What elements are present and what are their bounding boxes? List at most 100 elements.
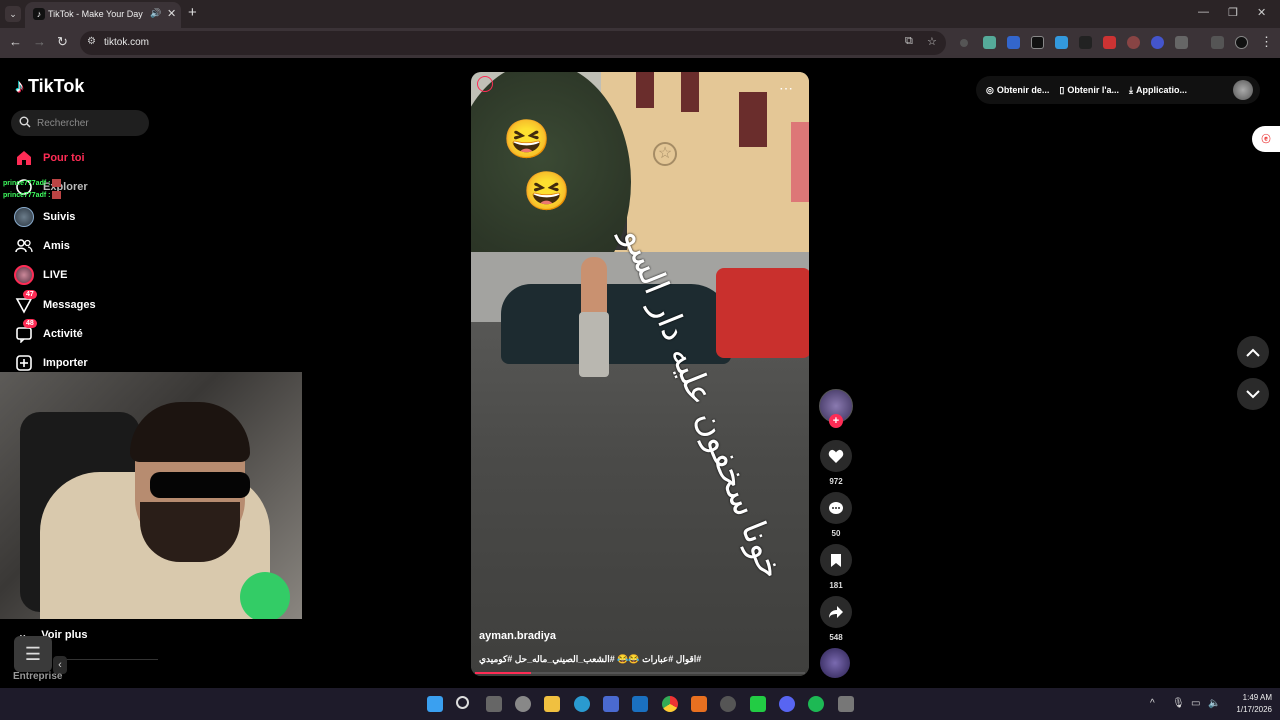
home-icon: [14, 148, 34, 168]
like-button[interactable]: [820, 440, 852, 472]
video-player[interactable]: ☆ 😆 😆 خونا سخفون عليه دار السو ⋯ ayman.b…: [471, 72, 809, 676]
browser-tab[interactable]: ♪ TikTok - Make Your Day 🔊 ✕: [25, 2, 181, 28]
activity-badge: 48: [23, 319, 37, 328]
like-count: 972: [829, 477, 843, 486]
profile-icon[interactable]: [1235, 36, 1248, 49]
reload-icon[interactable]: ↻: [57, 34, 68, 50]
app-icon[interactable]: [691, 696, 707, 712]
menu-dots-icon[interactable]: ⋮: [1260, 34, 1273, 50]
extension-icon[interactable]: [1079, 36, 1092, 49]
tab-search-icon[interactable]: ⌄: [5, 6, 21, 22]
close-tab-icon[interactable]: ✕: [167, 7, 176, 20]
friends-icon: [14, 236, 34, 256]
comment-button[interactable]: [820, 492, 852, 524]
music-disc[interactable]: [820, 648, 850, 678]
file-explorer-icon[interactable]: [544, 696, 560, 712]
avatar-icon: [14, 207, 34, 227]
next-video-button[interactable]: [1237, 378, 1269, 410]
previous-video-button[interactable]: [1237, 336, 1269, 368]
discord-icon[interactable]: [779, 696, 795, 712]
nav-label: Importer: [43, 357, 88, 369]
extension-icon[interactable]: [1151, 36, 1164, 49]
task-view-icon[interactable]: [486, 696, 502, 712]
chrome-icon[interactable]: [662, 696, 678, 712]
edge-icon[interactable]: [574, 696, 590, 712]
search-input[interactable]: Rechercher: [11, 110, 149, 136]
side-extension-tab[interactable]: ⓔ: [1252, 126, 1280, 152]
download-extension-icon[interactable]: [1055, 36, 1068, 49]
outlook-icon[interactable]: [632, 696, 648, 712]
video-author[interactable]: ayman.bradiya: [479, 630, 556, 642]
browser-toolbar: ← → ↻ ⚙ tiktok.com ⧉ ☆ ⋮: [0, 28, 1280, 58]
user-avatar[interactable]: [1233, 80, 1253, 100]
tiktok-favicon-icon: ♪: [33, 8, 45, 20]
extension-icon[interactable]: [1103, 36, 1116, 49]
more-options-icon[interactable]: ⋯: [779, 80, 793, 97]
settings-icon[interactable]: [515, 696, 531, 712]
speaker-icon[interactable]: 🔊: [150, 8, 161, 19]
clock-time: 1:49 AM: [1242, 693, 1272, 702]
heart-icon: [828, 449, 844, 463]
screen: { "browser": { "tab_title": "TikTok - Ma…: [0, 0, 1280, 720]
live-badge-icon[interactable]: [477, 76, 493, 92]
extension-icon[interactable]: [1127, 36, 1140, 49]
install-app-icon[interactable]: ⧉: [905, 35, 913, 48]
tab-title: TikTok - Make Your Day: [48, 9, 143, 19]
tray-chevron-icon[interactable]: ^: [1150, 698, 1155, 709]
chat-line: prince777adf :: [3, 190, 62, 202]
desktop-app-button[interactable]: ⤓ Applicatio...: [1129, 85, 1187, 96]
address-bar[interactable]: ⚙ tiktok.com ⧉ ☆: [80, 31, 946, 55]
hair: [130, 402, 250, 462]
nav-suivis[interactable]: Suivis: [14, 206, 75, 228]
share-button[interactable]: [820, 596, 852, 628]
download-icon: ⤓: [1128, 84, 1133, 95]
nav-pour-toi[interactable]: Pour toi: [14, 147, 85, 169]
live-icon: [14, 265, 34, 285]
microphone-icon[interactable]: 🎙: [1172, 698, 1185, 709]
desktop-app-label: Applicatio...: [1135, 85, 1187, 95]
nav-importer[interactable]: Importer: [14, 352, 88, 374]
network-icon[interactable]: ▭: [1191, 698, 1200, 709]
app-icon[interactable]: [720, 696, 736, 712]
nav-amis[interactable]: Amis: [14, 235, 70, 257]
extension-icon[interactable]: [1031, 36, 1044, 49]
spotify-icon[interactable]: [808, 696, 824, 712]
follow-plus-icon[interactable]: +: [829, 414, 843, 428]
restore-icon[interactable]: ❐: [1228, 6, 1238, 19]
extension-icon[interactable]: [983, 36, 996, 49]
nav-messages[interactable]: 47 Messages: [14, 290, 96, 316]
site-info-icon[interactable]: ⚙: [87, 36, 96, 47]
back-icon[interactable]: ←: [9, 34, 22, 49]
extensions-puzzle-icon[interactable]: [1175, 36, 1188, 49]
volume-icon[interactable]: 🔈: [1208, 698, 1220, 709]
app-icon[interactable]: [838, 696, 854, 712]
save-button[interactable]: [820, 544, 852, 576]
extension-icon[interactable]: [1007, 36, 1020, 49]
hamburger-icon[interactable]: ☰: [14, 636, 52, 672]
extension-icon[interactable]: [960, 39, 968, 47]
minimize-icon[interactable]: —: [1198, 6, 1209, 18]
nav-label: LIVE: [43, 269, 68, 281]
share-count: 548: [829, 633, 843, 642]
search-icon[interactable]: [456, 696, 469, 709]
nav-live[interactable]: LIVE: [14, 264, 67, 286]
get-app-button[interactable]: ▯ Obtenir l'a...: [1059, 85, 1119, 96]
store-icon[interactable]: [603, 696, 619, 712]
window: [739, 92, 767, 147]
close-window-icon[interactable]: ✕: [1257, 6, 1266, 19]
logo-text: TikTok: [28, 76, 85, 96]
forward-icon[interactable]: →: [33, 34, 46, 49]
get-coins-button[interactable]: ◎ Obtenir de...: [986, 85, 1049, 96]
truck: [716, 268, 809, 358]
video-progress-bar[interactable]: [475, 672, 805, 674]
nav-activite[interactable]: 48 Activité: [14, 319, 83, 345]
tiktok-logo[interactable]: ♪ TikTok: [15, 76, 84, 97]
new-tab-icon[interactable]: +: [188, 4, 197, 21]
entreprise-link[interactable]: Entreprise: [13, 671, 62, 682]
app-icon[interactable]: [750, 696, 766, 712]
search-icon: [19, 116, 31, 128]
bookmark-star-icon[interactable]: ☆: [927, 35, 937, 48]
reading-list-icon[interactable]: [1211, 36, 1224, 49]
start-icon[interactable]: [427, 696, 443, 712]
system-clock[interactable]: 1:49 AM 1/17/2026: [1228, 692, 1272, 716]
